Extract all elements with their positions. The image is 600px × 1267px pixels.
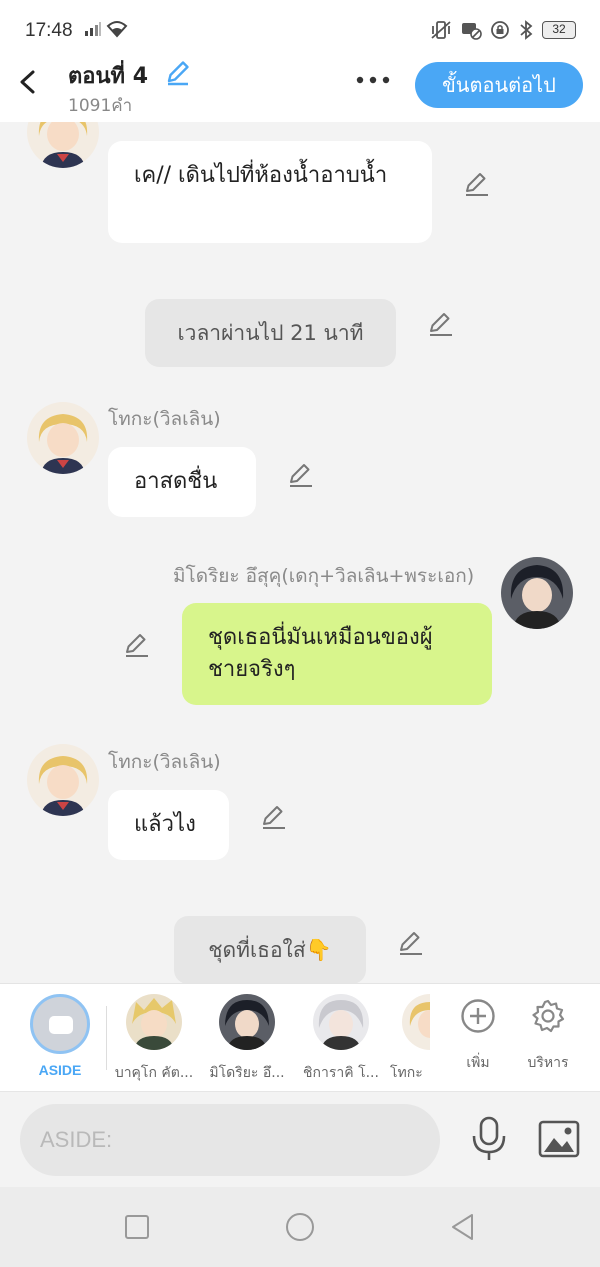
edit-pencil-icon[interactable] (287, 460, 315, 488)
sender-name: มิโดริยะ อึสุคุ(เดกุ+วิลเลิน+พระเอก) (173, 565, 475, 587)
aside-label: ASIDE (38, 1062, 82, 1078)
word-count: 1091คำ (68, 96, 133, 116)
status-time: 17:48 (25, 20, 73, 41)
status-icons-right: 32 (430, 20, 576, 40)
input-area (0, 1091, 600, 1187)
chapter-title: ตอนที่ 4 (68, 64, 149, 89)
edit-pencil-icon[interactable] (260, 802, 288, 830)
aside-button[interactable] (30, 994, 90, 1054)
toga-avatar (402, 994, 430, 1050)
system-nav-bar (0, 1187, 600, 1267)
edit-pencil-icon[interactable] (123, 630, 151, 658)
signal-icon (85, 22, 101, 36)
more-options-button[interactable] (355, 68, 391, 92)
edit-pencil-icon[interactable] (397, 928, 425, 956)
character-name: บาคุโก คัต... (114, 1065, 194, 1081)
character-item[interactable]: ชิการาคิ โ... (297, 994, 385, 1084)
message-bubble[interactable]: ชุดเธอนี่มันเหมือนของผู้ชายจริงๆ (182, 603, 492, 705)
message-bubble[interactable]: แล้วไง (108, 790, 229, 860)
edit-pencil-icon[interactable] (427, 309, 455, 337)
back-button[interactable] (14, 66, 40, 98)
add-label: เพิ่ม (466, 1055, 490, 1071)
narration-bubble[interactable]: ชุดที่เธอใส่👇 (174, 916, 366, 983)
edit-pencil-icon[interactable] (463, 169, 491, 197)
status-icons-left (84, 20, 128, 38)
character-name: โทกะ (390, 1065, 423, 1081)
midoriya-avatar[interactable] (501, 557, 573, 629)
recent-apps-icon[interactable] (121, 1211, 153, 1243)
bakugo-avatar (126, 994, 182, 1050)
toga-avatar[interactable] (27, 744, 99, 816)
character-item[interactable]: มิโดริยะ อึ... (203, 994, 291, 1084)
home-icon[interactable] (284, 1211, 316, 1243)
character-name: มิโดริยะ อึ... (209, 1065, 285, 1081)
header: ตอนที่ 4 1091คำ ขั้นตอนต่อไป (0, 48, 600, 122)
back-nav-icon[interactable] (447, 1211, 479, 1243)
wifi-icon (106, 21, 128, 38)
lock-rotation-icon (491, 21, 509, 39)
sender-name: โทกะ(วิลเลิน) (108, 408, 221, 430)
message-bubble[interactable]: เค// เดินไปที่ห้องน้ำอาบน้ำ (108, 141, 432, 243)
character-item[interactable]: บาคุโก คัต... (110, 994, 198, 1084)
battery-icon: 32 (542, 21, 576, 39)
image-icon[interactable] (538, 1120, 580, 1158)
message-blocked-icon (462, 23, 482, 40)
add-circle-icon (461, 999, 495, 1033)
bluetooth-icon (520, 20, 533, 40)
toga-avatar[interactable] (27, 122, 99, 168)
character-name: ชิการาคิ โ... (303, 1065, 379, 1081)
manage-button[interactable]: บริหาร (516, 998, 580, 1074)
divider (106, 1006, 107, 1070)
shigaraki-avatar (313, 994, 369, 1050)
manage-label: บริหาร (527, 1055, 569, 1071)
vibrate-icon (431, 21, 451, 39)
midoriya-avatar (219, 994, 275, 1050)
microphone-icon[interactable] (470, 1116, 508, 1162)
edit-title-icon[interactable] (164, 58, 192, 86)
gear-icon (532, 999, 565, 1033)
message-bubble[interactable]: อาสดชื่น (108, 447, 256, 517)
add-character-button[interactable]: เพิ่ม (446, 998, 510, 1074)
chat-area[interactable]: เค// เดินไปที่ห้องน้ำอาบน้ำ เวลาผ่านไป 2… (0, 122, 600, 983)
narration-bubble[interactable]: เวลาผ่านไป 21 นาที (145, 299, 396, 367)
toga-avatar[interactable] (27, 402, 99, 474)
character-item[interactable]: โทกะ (390, 994, 430, 1084)
aside-input[interactable] (20, 1104, 440, 1176)
character-bar: ASIDE บาคุโก คัต... มิโดริยะ อึ... ชิการ… (0, 983, 600, 1091)
next-step-button[interactable]: ขั้นตอนต่อไป (415, 62, 583, 108)
sender-name: โทกะ(วิลเลิน) (108, 751, 221, 773)
